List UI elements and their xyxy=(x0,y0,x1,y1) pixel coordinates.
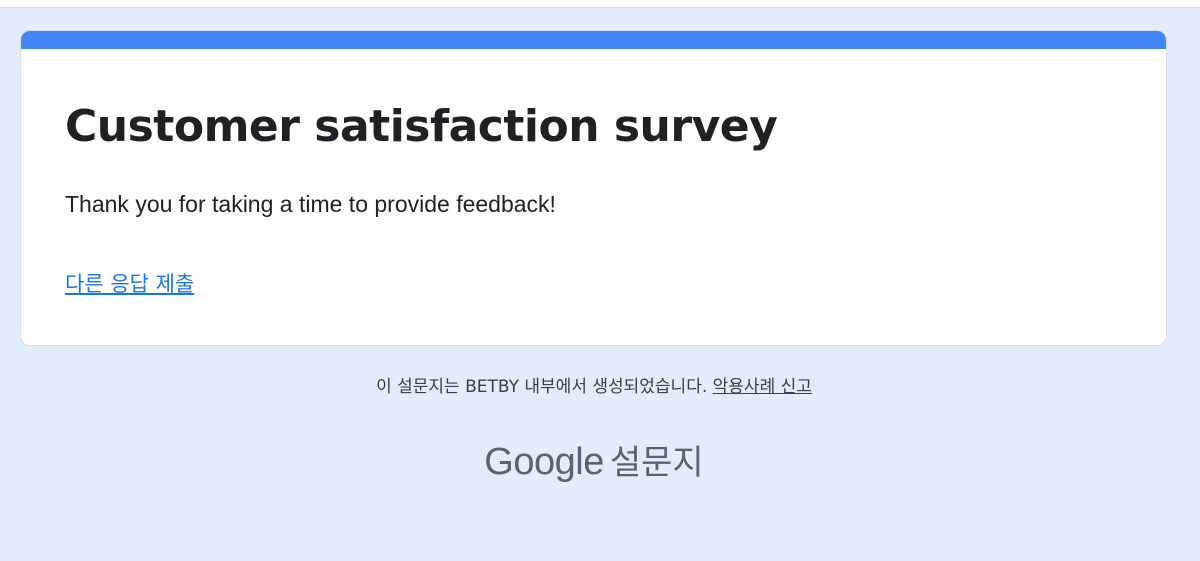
footer-note: 이 설문지는 BETBY 내부에서 생성되었습니다. 악용사례 신고 xyxy=(0,374,1188,400)
confirmation-card: Customer satisfaction survey Thank you f… xyxy=(20,30,1167,346)
google-wordmark: Google xyxy=(484,441,604,483)
submit-another-response-link[interactable]: 다른 응답 제출 xyxy=(65,269,194,299)
confirmation-message: Thank you for taking a time to provide f… xyxy=(65,191,556,217)
forms-wordmark: 설문지 xyxy=(609,443,704,483)
report-abuse-link[interactable]: 악용사례 신고 xyxy=(713,377,812,397)
top-divider xyxy=(0,0,1200,8)
footer-note-text: 이 설문지는 BETBY 내부에서 생성되었습니다. xyxy=(376,377,713,397)
form-title: Customer satisfaction survey xyxy=(65,101,778,152)
card-accent-bar xyxy=(21,31,1166,49)
google-forms-logo[interactable]: Google 설문지 xyxy=(0,438,1188,493)
